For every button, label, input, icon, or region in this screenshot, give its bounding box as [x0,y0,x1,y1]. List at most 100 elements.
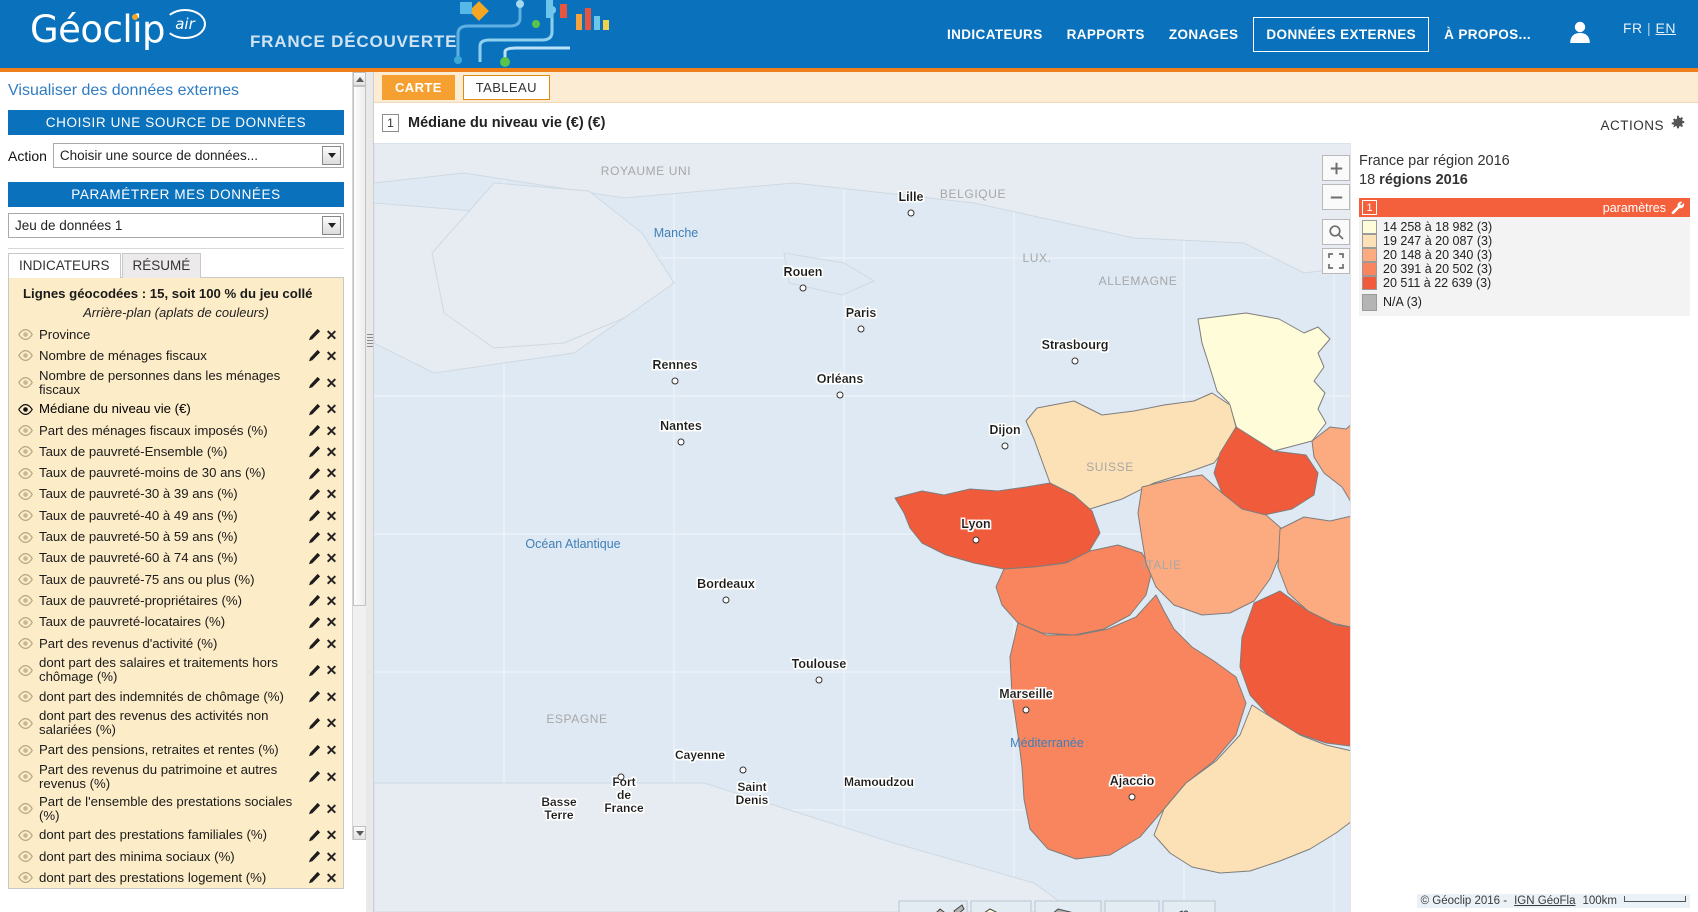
lang-fr[interactable]: FR [1623,20,1643,36]
edit-pencil-icon[interactable] [307,849,322,864]
eye-icon[interactable] [17,871,33,885]
close-icon[interactable]: ✕ [324,636,339,651]
eye-icon[interactable] [17,349,33,363]
edit-pencil-icon[interactable] [307,716,322,731]
eye-icon[interactable] [17,828,33,842]
indicator-row[interactable]: dont part des minima sociaux (%) ✕ [9,846,343,867]
logo[interactable]: Géoclip air [30,8,230,56]
indicator-row[interactable]: Taux de pauvreté-40 à 49 ans (%) ✕ [9,505,343,526]
zoom-in-button[interactable] [1322,155,1350,181]
edit-pencil-icon[interactable] [307,348,322,363]
eye-icon[interactable] [17,530,33,544]
panel-splitter[interactable] [366,72,374,912]
close-icon[interactable]: ✕ [324,487,339,502]
indicator-row[interactable]: Nombre de ménages fiscaux ✕ [9,345,343,366]
indicator-row[interactable]: Taux de pauvreté-30 à 39 ans (%) ✕ [9,484,343,505]
indicator-row[interactable]: Taux de pauvreté-60 à 74 ans (%) ✕ [9,548,343,569]
edit-pencil-icon[interactable] [307,487,322,502]
indicator-row[interactable]: dont part des salaires et traitements ho… [9,654,343,686]
eye-icon[interactable] [17,402,33,416]
edit-pencil-icon[interactable] [307,828,322,843]
close-icon[interactable]: ✕ [324,466,339,481]
legend-parameters-label[interactable]: paramètres [1603,201,1666,215]
close-icon[interactable]: ✕ [324,508,339,523]
close-icon[interactable]: ✕ [324,572,339,587]
close-icon[interactable]: ✕ [324,689,339,704]
close-icon[interactable]: ✕ [324,327,339,342]
close-icon[interactable]: ✕ [324,743,339,758]
indicator-row[interactable]: dont part des indemnités de chômage (%) ✕ [9,686,343,707]
tab-indicateurs[interactable]: INDICATEURS [8,253,121,278]
legend-na-item[interactable]: N/A (3) [1359,293,1690,311]
wrench-icon[interactable] [1671,201,1685,215]
indicator-row[interactable]: Province ✕ [9,324,343,345]
eye-icon[interactable] [17,690,33,704]
eye-icon[interactable] [17,743,33,757]
close-icon[interactable]: ✕ [324,769,339,784]
close-icon[interactable]: ✕ [324,530,339,545]
legend-class-item[interactable]: 19 247 à 20 087 (3) [1359,234,1690,248]
indicator-row[interactable]: Médiane du niveau vie (€) ✕ [9,399,343,420]
indicator-row[interactable]: Part de l'ensemble des prestations socia… [9,793,343,825]
edit-pencil-icon[interactable] [307,375,322,390]
indicator-row[interactable]: Taux de pauvreté-locataires (%) ✕ [9,612,343,633]
splitter-grip[interactable] [367,334,373,348]
legend-class-item[interactable]: 14 258 à 18 982 (3) [1359,220,1690,234]
eye-icon[interactable] [17,770,33,784]
indicator-row[interactable]: dont part des revenus des activités non … [9,707,343,739]
dataset-select[interactable]: Jeu de données 1 [8,213,344,238]
credits-link[interactable]: IGN GéoFla [1514,895,1575,907]
edit-pencil-icon[interactable] [307,870,322,885]
eye-icon[interactable] [17,424,33,438]
edit-pencil-icon[interactable] [307,636,322,651]
edit-pencil-icon[interactable] [307,551,322,566]
indicator-row[interactable]: dont part des prestations familiales (%)… [9,825,343,846]
indicator-row[interactable]: Taux de pauvreté-moins de 30 ans (%) ✕ [9,462,343,483]
edit-pencil-icon[interactable] [307,530,322,545]
nav-item-donnees-externes[interactable]: DONNÉES EXTERNES [1253,16,1430,52]
nav-item-a-propos[interactable]: À PROPOS... [1432,19,1543,50]
close-icon[interactable]: ✕ [324,375,339,390]
eye-icon[interactable] [17,573,33,587]
indicator-list[interactable]: Lignes géocodées : 15, soit 100 % du jeu… [8,277,344,889]
close-icon[interactable]: ✕ [324,828,339,843]
eye-icon[interactable] [17,637,33,651]
sidebar-scrollbar[interactable] [352,72,366,840]
close-icon[interactable]: ✕ [324,801,339,816]
edit-pencil-icon[interactable] [307,615,322,630]
close-icon[interactable]: ✕ [324,551,339,566]
eye-icon[interactable] [17,466,33,480]
eye-icon[interactable] [17,445,33,459]
edit-pencil-icon[interactable] [307,444,322,459]
chevron-down-icon[interactable] [322,146,341,165]
zoom-out-button[interactable] [1322,184,1350,210]
close-icon[interactable]: ✕ [324,615,339,630]
eye-icon[interactable] [17,487,33,501]
legend-header-bar[interactable]: 1 paramètres [1359,198,1690,217]
close-icon[interactable]: ✕ [324,870,339,885]
close-icon[interactable]: ✕ [324,348,339,363]
scroll-down-button[interactable] [353,826,366,840]
actions-button[interactable]: ACTIONS [1600,115,1686,136]
close-icon[interactable]: ✕ [324,663,339,678]
source-select[interactable]: Choisir une source de données... [52,143,344,168]
chevron-down-icon[interactable] [322,216,341,235]
edit-pencil-icon[interactable] [307,769,322,784]
scroll-thumb[interactable] [353,86,366,606]
indicator-row[interactable]: Taux de pauvreté-75 ans ou plus (%) ✕ [9,569,343,590]
eye-icon[interactable] [17,376,33,390]
indicator-row[interactable]: Part des pensions, retraites et rentes (… [9,739,343,760]
user-icon[interactable] [1567,18,1593,48]
eye-icon[interactable] [17,802,33,816]
edit-pencil-icon[interactable] [307,423,322,438]
eye-icon[interactable] [17,594,33,608]
eye-icon[interactable] [17,551,33,565]
nav-item-zonages[interactable]: ZONAGES [1157,19,1251,50]
close-icon[interactable]: ✕ [324,444,339,459]
indicator-row[interactable]: Taux de pauvreté-propriétaires (%) ✕ [9,590,343,611]
edit-pencil-icon[interactable] [307,801,322,816]
close-icon[interactable]: ✕ [324,716,339,731]
tab-carte[interactable]: CARTE [382,74,455,100]
indicator-row[interactable]: Part des revenus du patrimoine et autres… [9,761,343,793]
fullscreen-icon[interactable] [1322,248,1350,274]
